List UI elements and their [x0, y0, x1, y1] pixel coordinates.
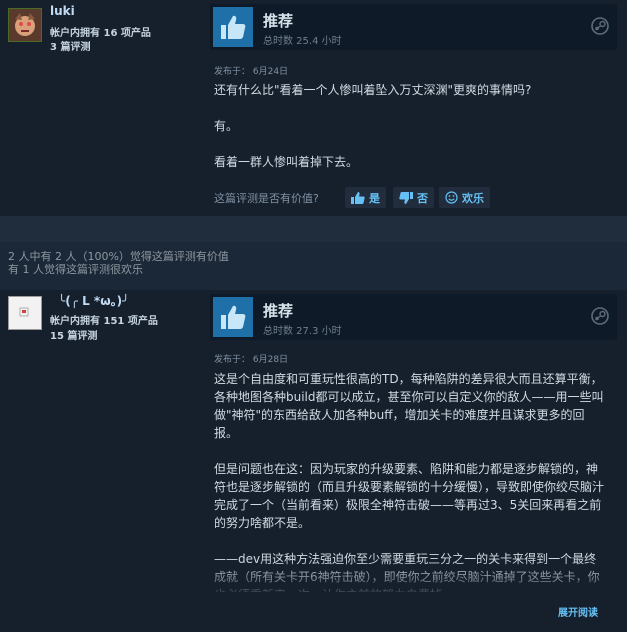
thumbs-up-icon	[351, 191, 365, 204]
helpful-summary: 2 人中有 2 人（100%）觉得这篇评测有价值 有 1 人觉得这篇评测很欢乐	[8, 250, 229, 276]
author-name[interactable]: luki	[50, 4, 75, 18]
review-paragraph: 还有什么比"看着一个人惨叫着坠入万丈深渊"更爽的事情吗?	[214, 83, 532, 97]
review-paragraph: 有。	[214, 119, 239, 133]
author-products[interactable]: 帐户内拥有 151 项产品	[50, 312, 158, 327]
vote-funny-label: 欢乐	[462, 191, 484, 205]
vote-no-label: 否	[417, 191, 428, 205]
vote-header[interactable]: 推荐 总时数 27.3 小时	[210, 294, 617, 340]
thumbs-up-icon	[213, 297, 253, 337]
vote-funny-button[interactable]: 欢乐	[439, 187, 490, 208]
author-name[interactable]: ╰(╭ L *ω。)╯	[58, 292, 129, 309]
text-fade	[210, 560, 617, 600]
read-more-link[interactable]: 展开阅读	[558, 604, 598, 619]
review-body: 还有什么比"看着一个人惨叫着坠入万丈深渊"更爽的事情吗? 有。 看着一群人惨叫着…	[214, 81, 607, 189]
review-paragraph: 这是个自由度和可重玩性很高的TD，每种陷阱的差异很大而且还算平衡，各种地图各种b…	[214, 372, 604, 440]
vote-yes-label: 是	[369, 191, 380, 205]
avatar[interactable]	[8, 8, 42, 42]
avatar[interactable]	[8, 296, 42, 330]
vote-title: 推荐	[263, 12, 294, 30]
smiley-icon	[445, 191, 458, 204]
helpful-count: 2 人中有 2 人（100%）觉得这篇评测有价值	[8, 250, 229, 263]
thumbs-down-icon	[399, 191, 413, 204]
thumbs-up-icon	[213, 7, 253, 47]
posted-date: 发布于： 6月28日	[214, 355, 289, 365]
review-paragraph: 但是问题也在这：因为玩家的升级要素、陷阱和能力都是逐步解锁的，神符也是逐步解锁的…	[214, 462, 605, 530]
vote-yes-button[interactable]: 是	[345, 187, 386, 208]
helpful-question: 这篇评测是否有价值?	[214, 192, 319, 205]
review-footer	[0, 216, 627, 242]
posted-date: 发布于： 6月24日	[214, 67, 289, 77]
funny-count: 有 1 人觉得这篇评测很欢乐	[8, 263, 143, 276]
vote-header[interactable]: 推荐 总时数 25.4 小时	[210, 4, 617, 50]
playtime: 总时数 27.3 小时	[263, 326, 342, 337]
author-reviews[interactable]: 15 篇评测	[50, 327, 97, 342]
steam-icon	[591, 17, 609, 39]
review-paragraph: 看着一群人惨叫着掉下去。	[214, 155, 359, 169]
author-reviews[interactable]: 3 篇评测	[50, 38, 90, 53]
steam-icon	[591, 307, 609, 329]
review-body: 这是个自由度和可重玩性很高的TD，每种陷阱的差异很大而且还算平衡，各种地图各种b…	[214, 370, 607, 592]
vote-no-button[interactable]: 否	[393, 187, 434, 208]
playtime: 总时数 25.4 小时	[263, 36, 342, 47]
vote-title: 推荐	[263, 302, 294, 320]
author-products[interactable]: 帐户内拥有 16 项产品	[50, 24, 151, 39]
